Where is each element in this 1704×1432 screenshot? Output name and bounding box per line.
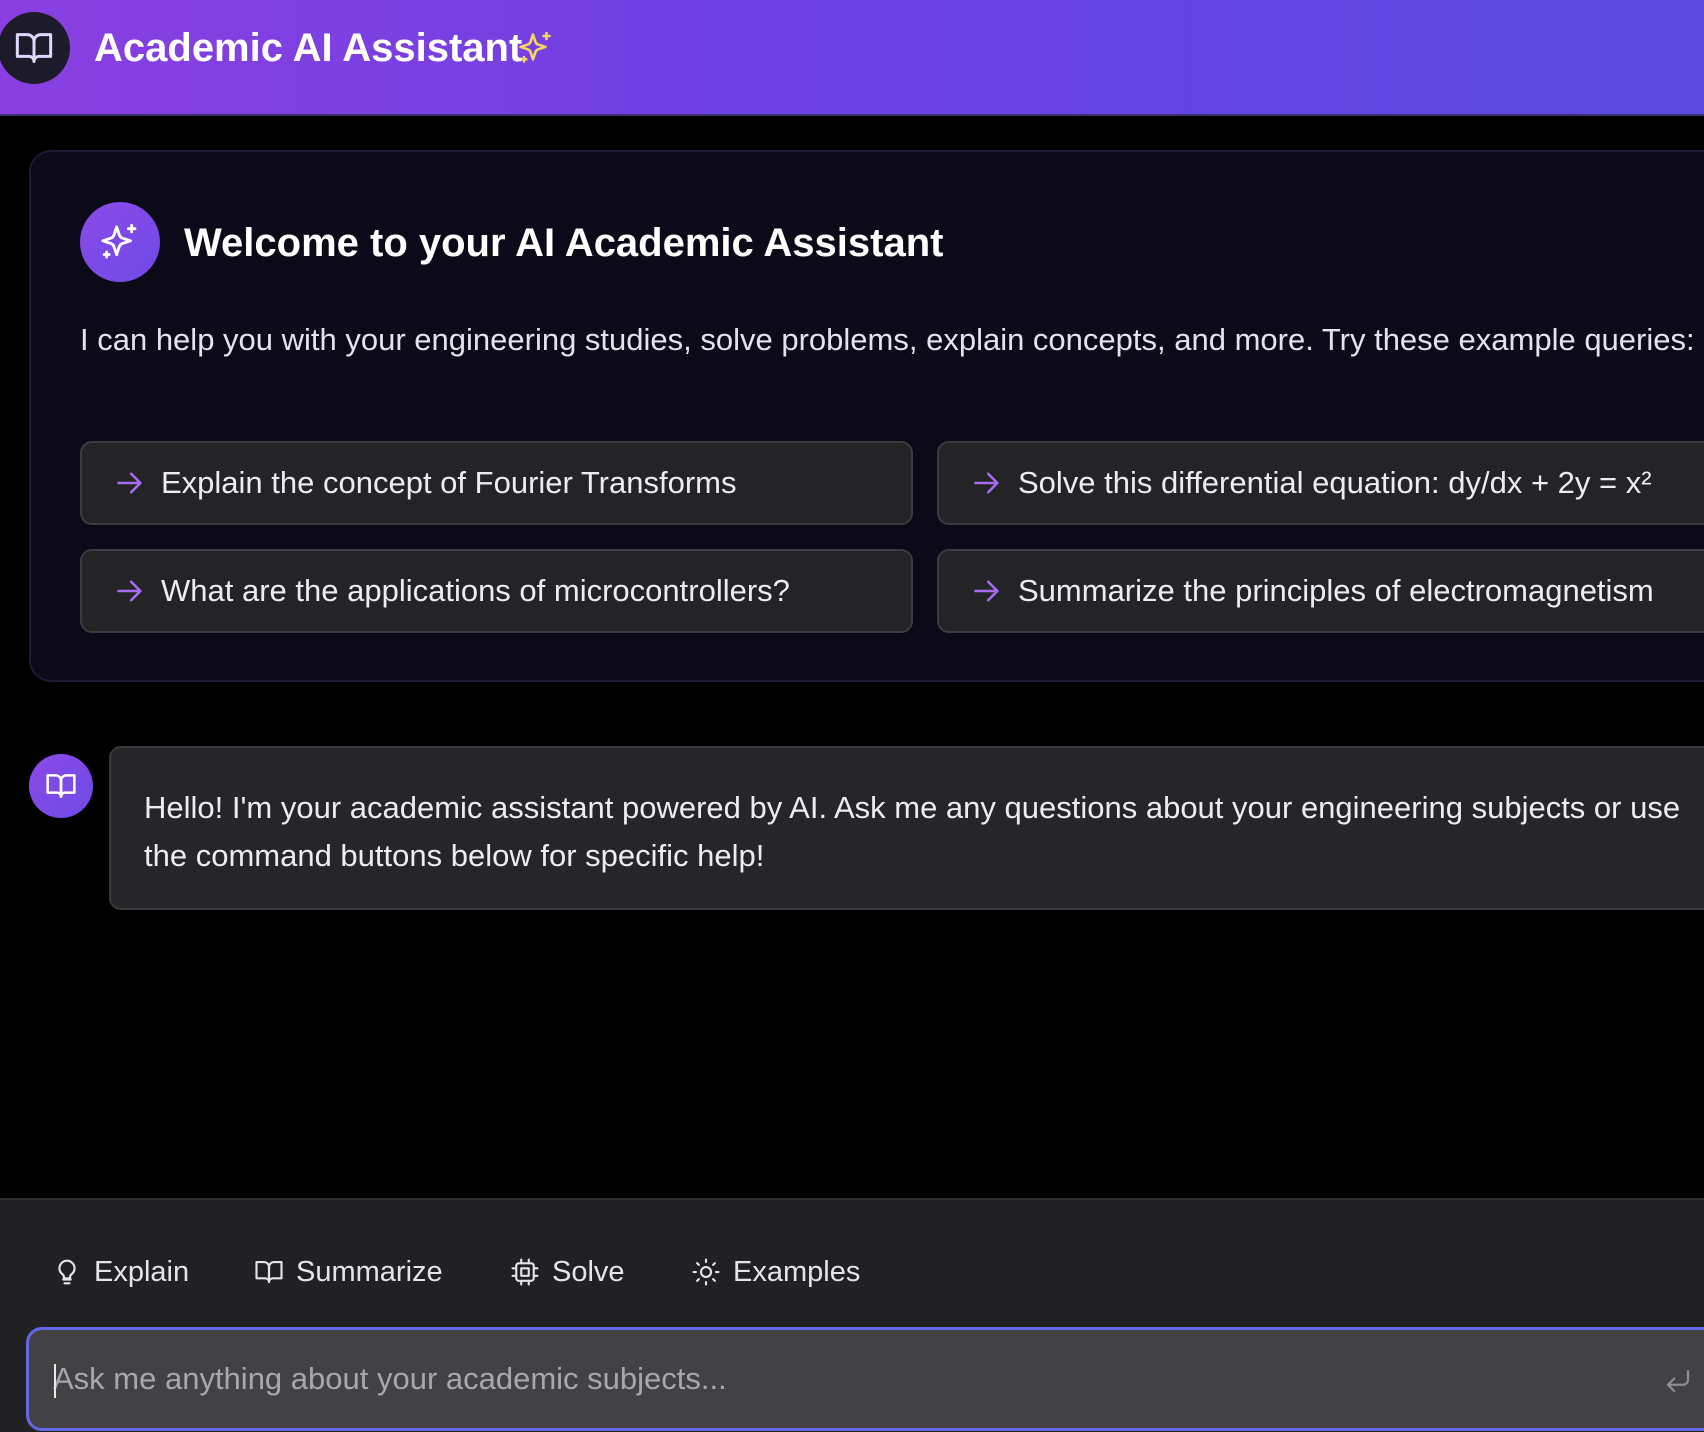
book-open-icon[interactable] bbox=[0, 12, 70, 84]
arrow-right-icon bbox=[117, 580, 142, 602]
arrow-right-icon bbox=[117, 472, 142, 494]
text-caret bbox=[54, 1364, 56, 1398]
assistant-avatar bbox=[29, 754, 93, 818]
example-query-label: What are the applications of microcontro… bbox=[161, 573, 790, 608]
examples-command-button[interactable]: Examples bbox=[691, 1250, 860, 1294]
enter-icon[interactable] bbox=[1663, 1366, 1693, 1396]
message-input[interactable] bbox=[53, 1330, 1633, 1428]
example-query-label: Explain the concept of Fourier Transform… bbox=[161, 465, 737, 500]
sparkles-icon bbox=[80, 202, 160, 282]
summarize-command-button[interactable]: Summarize bbox=[254, 1250, 443, 1294]
arrow-right-icon bbox=[974, 472, 999, 494]
lightbulb-icon bbox=[58, 1259, 76, 1285]
explain-command-button[interactable]: Explain bbox=[52, 1250, 189, 1294]
sun-icon bbox=[692, 1258, 720, 1286]
app-root: Academic AI Assistant Welcome to your AI… bbox=[0, 0, 1704, 1432]
welcome-card: Welcome to your AI Academic Assistant I … bbox=[29, 150, 1704, 682]
example-query-button[interactable]: What are the applications of microcontro… bbox=[80, 549, 913, 633]
example-query-button[interactable]: Summarize the principles of electromagne… bbox=[937, 549, 1704, 633]
command-label: Explain bbox=[94, 1255, 190, 1288]
app-header: Academic AI Assistant bbox=[0, 0, 1704, 116]
message-input-container bbox=[26, 1327, 1704, 1431]
welcome-description: I can help you with your engineering stu… bbox=[80, 322, 1695, 357]
book-open-icon bbox=[255, 1260, 283, 1284]
assistant-message-text: Hello! I'm your academic assistant power… bbox=[144, 790, 1681, 873]
example-query-label: Summarize the principles of electromagne… bbox=[1018, 573, 1654, 608]
solve-command-button[interactable]: Solve bbox=[510, 1250, 625, 1294]
app-title: Academic AI Assistant bbox=[94, 26, 523, 70]
example-query-button[interactable]: Solve this differential equation: dy/dx … bbox=[937, 441, 1704, 525]
sparkles-icon bbox=[519, 31, 551, 63]
assistant-message: Hello! I'm your academic assistant power… bbox=[109, 746, 1704, 910]
command-label: Summarize bbox=[296, 1255, 443, 1288]
book-open-icon bbox=[46, 774, 76, 798]
example-query-button[interactable]: Explain the concept of Fourier Transform… bbox=[80, 441, 913, 525]
cpu-icon bbox=[511, 1258, 539, 1286]
command-label: Examples bbox=[733, 1255, 861, 1288]
arrow-right-icon bbox=[974, 580, 999, 602]
example-query-label: Solve this differential equation: dy/dx … bbox=[1018, 465, 1652, 500]
welcome-title: Welcome to your AI Academic Assistant bbox=[184, 221, 944, 265]
command-label: Solve bbox=[552, 1255, 625, 1288]
composer-panel: Explain Summarize Solve Examples bbox=[0, 1198, 1704, 1432]
